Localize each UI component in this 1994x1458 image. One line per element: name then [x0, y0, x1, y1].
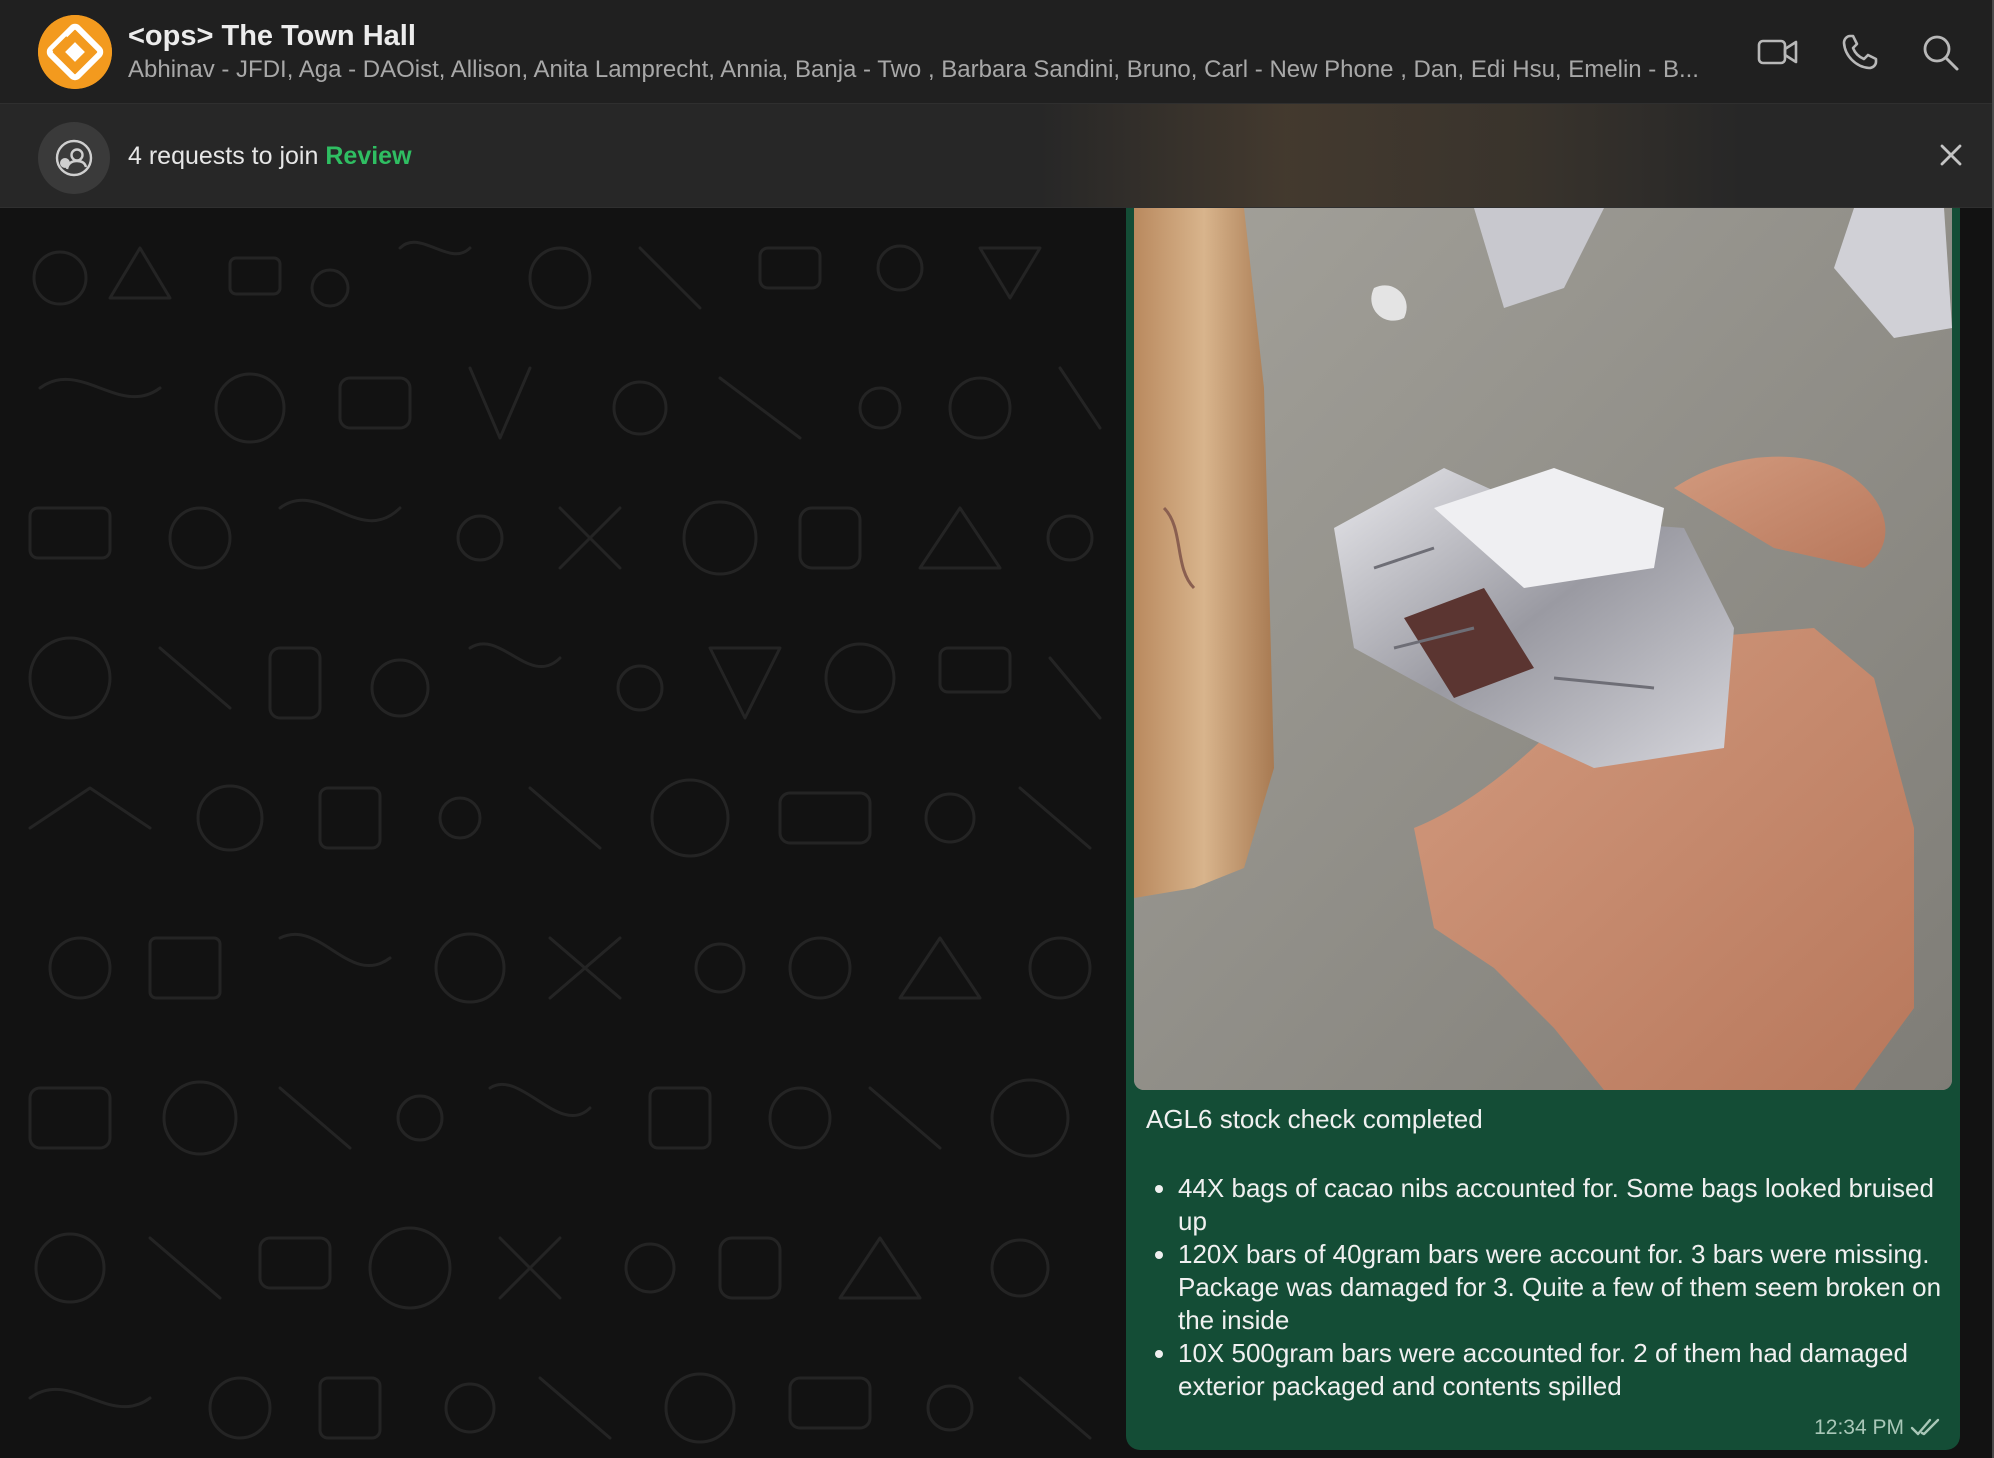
review-link[interactable]: Review [325, 142, 411, 170]
message-photo[interactable] [1134, 208, 1952, 1090]
join-requests-text: 4 requests to join Review [128, 142, 412, 171]
search-icon[interactable] [1918, 30, 1962, 74]
group-title[interactable]: <ops> The Town Hall [128, 20, 416, 53]
video-call-icon[interactable] [1756, 30, 1800, 74]
message-timestamp: 12:34 PM [1814, 1416, 1904, 1439]
message-title: AGL6 stock check completed [1146, 1104, 1483, 1134]
group-logo-icon [38, 15, 112, 89]
banner-glow [1040, 104, 1740, 207]
join-requests-label: 4 requests to join [128, 142, 319, 170]
photo-image [1134, 208, 1952, 1090]
read-receipt-icon [1910, 1418, 1940, 1436]
list-item: 10X 500gram bars were accounted for. 2 o… [1178, 1337, 1948, 1403]
chat-window: <ops> The Town Hall Abhinav - JFDI, Aga … [0, 0, 1994, 1458]
list-item: 120X bars of 40gram bars were account fo… [1178, 1238, 1948, 1337]
message-bullet-list: 44X bags of cacao nibs accounted for. So… [1146, 1172, 1948, 1403]
community-icon [38, 122, 110, 194]
message-bubble[interactable]: AGL6 stock check completed 44X bags of c… [1126, 208, 1960, 1450]
chat-header[interactable]: <ops> The Town Hall Abhinav - JFDI, Aga … [0, 0, 1992, 104]
close-icon[interactable] [1934, 138, 1968, 172]
list-item: 44X bags of cacao nibs accounted for. So… [1178, 1172, 1948, 1238]
group-avatar[interactable] [38, 15, 112, 89]
chat-messages-area[interactable]: AGL6 stock check completed 44X bags of c… [0, 208, 1992, 1458]
group-members-list[interactable]: Abhinav - JFDI, Aga - DAOist, Allison, A… [128, 56, 1728, 84]
wallpaper-doodles [28, 240, 1102, 1444]
join-requests-banner: 4 requests to join Review [0, 104, 1992, 208]
voice-call-icon[interactable] [1838, 30, 1882, 74]
